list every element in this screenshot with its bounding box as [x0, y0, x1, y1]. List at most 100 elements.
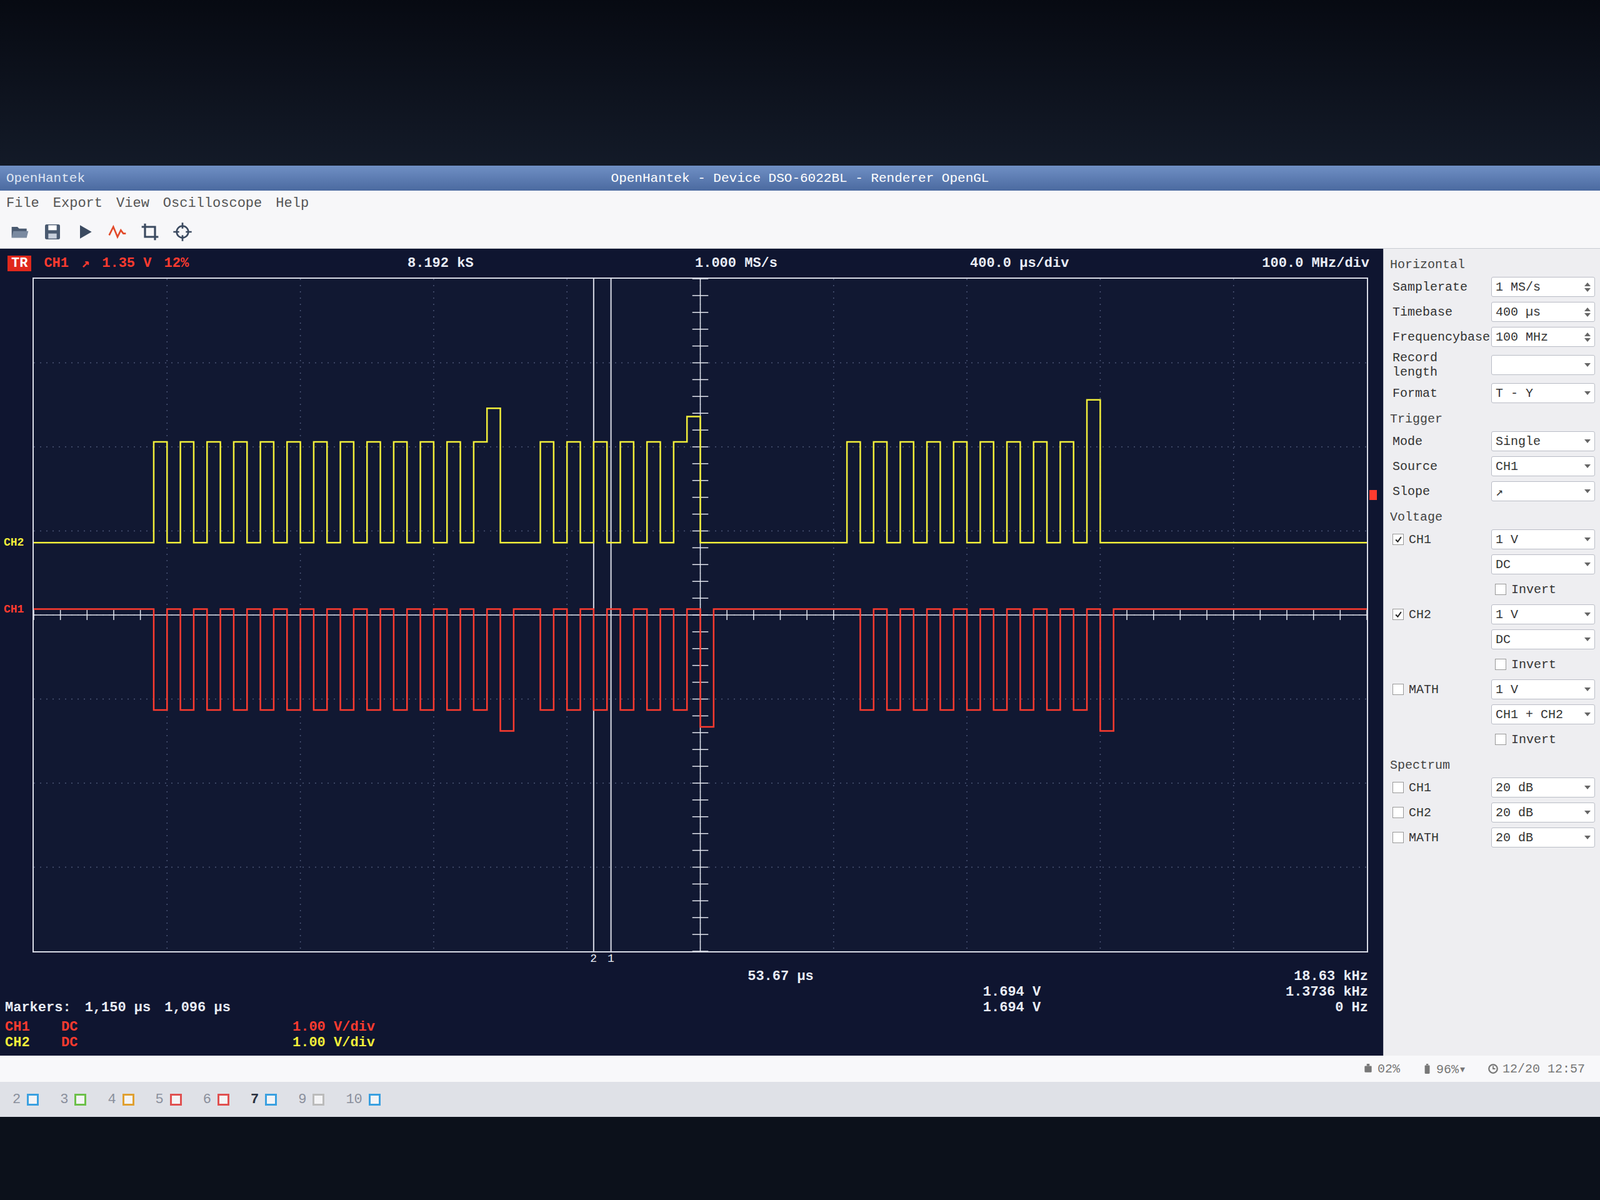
workspace-button[interactable]: 5	[155, 1091, 182, 1108]
play-icon[interactable]	[75, 221, 95, 242]
channel-level-marker[interactable]: CH1	[3, 603, 24, 616]
dropdown-arrow-icon[interactable]	[1584, 439, 1591, 444]
menu-item[interactable]: Oscilloscope	[163, 195, 262, 212]
field-value: 20 dB	[1495, 805, 1534, 820]
workspace-button[interactable]: 6	[203, 1091, 230, 1108]
spin-arrows-icon[interactable]	[1584, 307, 1591, 317]
trigger-level-marker[interactable]	[1369, 490, 1377, 500]
axis-tick	[1340, 610, 1342, 620]
channel-checkbox[interactable]: CH1	[1388, 532, 1487, 547]
checkbox[interactable]	[1392, 683, 1404, 695]
field-value: T - Y	[1495, 386, 1534, 401]
menu-item[interactable]: Help	[275, 195, 309, 212]
workspace-button[interactable]: 4	[107, 1091, 134, 1108]
gain-combo[interactable]: 1 V	[1491, 604, 1595, 625]
dropdown-arrow-icon[interactable]	[1584, 712, 1591, 717]
waveform-plot[interactable]	[33, 278, 1367, 952]
spin-box[interactable]: 1 MS/s	[1491, 276, 1595, 297]
checkbox[interactable]	[1392, 806, 1404, 819]
plot-area[interactable]	[32, 277, 1369, 953]
voltage-mode-row: DC	[1388, 628, 1595, 651]
spin-box[interactable]: 100 MHz	[1491, 326, 1595, 347]
spin-arrows-icon[interactable]	[1584, 332, 1591, 342]
invert-checkbox[interactable]: Invert	[1491, 657, 1557, 672]
marker-label[interactable]: 2	[590, 952, 597, 965]
channel-level-marker[interactable]: CH2	[3, 536, 24, 549]
dropdown-arrow-icon[interactable]	[1584, 489, 1591, 494]
mode-combo[interactable]: DC	[1491, 629, 1595, 650]
invert-checkbox[interactable]: Invert	[1491, 582, 1557, 597]
workspace-label: 5	[155, 1091, 164, 1108]
menu-item[interactable]: View	[116, 195, 150, 212]
mode-combo[interactable]: CH1 + CH2	[1491, 704, 1595, 725]
dropdown-arrow-icon[interactable]	[1584, 464, 1591, 469]
checkbox[interactable]	[1392, 781, 1404, 794]
combo-box[interactable]	[1491, 355, 1595, 375]
field-value: 1 MS/s	[1495, 280, 1541, 295]
axis-tick	[753, 610, 755, 620]
workspace-button[interactable]: 9	[298, 1091, 325, 1108]
checkbox[interactable]	[1392, 831, 1404, 844]
crosshair-icon[interactable]	[172, 221, 193, 242]
timebase-readout: 400.0 µs/div	[970, 255, 1262, 272]
tray-item[interactable]: 02%	[1362, 1059, 1400, 1079]
spin-box[interactable]: 400 µs	[1491, 301, 1595, 322]
menu-item[interactable]: Export	[53, 195, 103, 212]
magnitude-combo[interactable]: 20 dB	[1491, 827, 1595, 848]
spin-arrows-icon[interactable]	[1584, 282, 1591, 292]
workspace-button[interactable]: 3	[60, 1091, 87, 1108]
gain-combo[interactable]: 1 V	[1491, 529, 1595, 550]
invert-row: Invert	[1388, 578, 1595, 601]
checkbox[interactable]	[1392, 608, 1404, 620]
channel-markers: CH2 CH1	[0, 277, 33, 953]
menu-item[interactable]: File	[6, 195, 40, 212]
dropdown-arrow-icon[interactable]	[1584, 537, 1591, 542]
tray-item[interactable]: 12/20 12:57	[1487, 1059, 1585, 1079]
magnitude-combo[interactable]: 20 dB	[1491, 777, 1595, 798]
spectrum-channel-row: CH1 20 dB	[1388, 776, 1595, 799]
workspace-button[interactable]: 10	[345, 1091, 380, 1108]
voltage-readout: 1.694 V1.694 V	[880, 984, 1144, 1016]
dropdown-arrow-icon[interactable]	[1584, 612, 1591, 617]
dropdown-arrow-icon[interactable]	[1584, 391, 1591, 395]
tray-item[interactable]: 96%▾	[1421, 1059, 1467, 1079]
title-bar[interactable]: OpenHantek OpenHantek - Device DSO-6022B…	[0, 165, 1600, 191]
spectrum-checkbox[interactable]: CH1	[1388, 780, 1487, 795]
workspace-indicator	[265, 1093, 277, 1106]
invert-checkbox[interactable]: Invert	[1491, 732, 1557, 747]
invert-row: Invert	[1388, 653, 1595, 676]
save-icon[interactable]	[42, 221, 63, 242]
combo-box[interactable]: CH1	[1491, 456, 1595, 477]
magnitude-combo[interactable]: 20 dB	[1491, 802, 1595, 823]
combo-box[interactable]: Single	[1491, 431, 1595, 452]
checkbox[interactable]	[1392, 533, 1404, 545]
axis-tick	[1180, 610, 1182, 620]
workspace-button[interactable]: 7	[250, 1091, 277, 1108]
combo-box[interactable]: ↗	[1491, 481, 1595, 502]
dropdown-arrow-icon[interactable]	[1584, 785, 1591, 790]
channel-checkbox[interactable]: MATH	[1388, 682, 1487, 697]
waveform-icon[interactable]	[107, 221, 128, 242]
open-folder-icon[interactable]	[10, 221, 30, 242]
channel-checkbox[interactable]: CH2	[1388, 607, 1487, 622]
channel-label: CH2	[1408, 607, 1432, 622]
combo-box[interactable]: T - Y	[1491, 383, 1595, 404]
dropdown-arrow-icon[interactable]	[1584, 562, 1591, 567]
dropdown-arrow-icon[interactable]	[1584, 687, 1591, 692]
crop-icon[interactable]	[140, 221, 160, 242]
checkbox[interactable]	[1495, 733, 1507, 745]
dropdown-arrow-icon[interactable]	[1584, 835, 1591, 840]
gain-combo[interactable]: 1 V	[1491, 679, 1595, 700]
workspace-button[interactable]: 2	[12, 1091, 39, 1108]
spectrum-checkbox[interactable]: MATH	[1388, 830, 1487, 845]
dropdown-arrow-icon[interactable]	[1584, 637, 1591, 642]
marker-label[interactable]: 1	[607, 952, 615, 965]
voltage-channel-row: CH1 1 V	[1388, 528, 1595, 551]
marker-line[interactable]	[610, 278, 612, 952]
checkbox[interactable]	[1495, 658, 1507, 670]
spectrum-checkbox[interactable]: CH2	[1388, 805, 1487, 820]
dropdown-arrow-icon[interactable]	[1584, 810, 1591, 815]
checkbox[interactable]	[1495, 583, 1507, 595]
mode-combo[interactable]: DC	[1491, 554, 1595, 575]
dropdown-arrow-icon[interactable]	[1584, 363, 1591, 367]
